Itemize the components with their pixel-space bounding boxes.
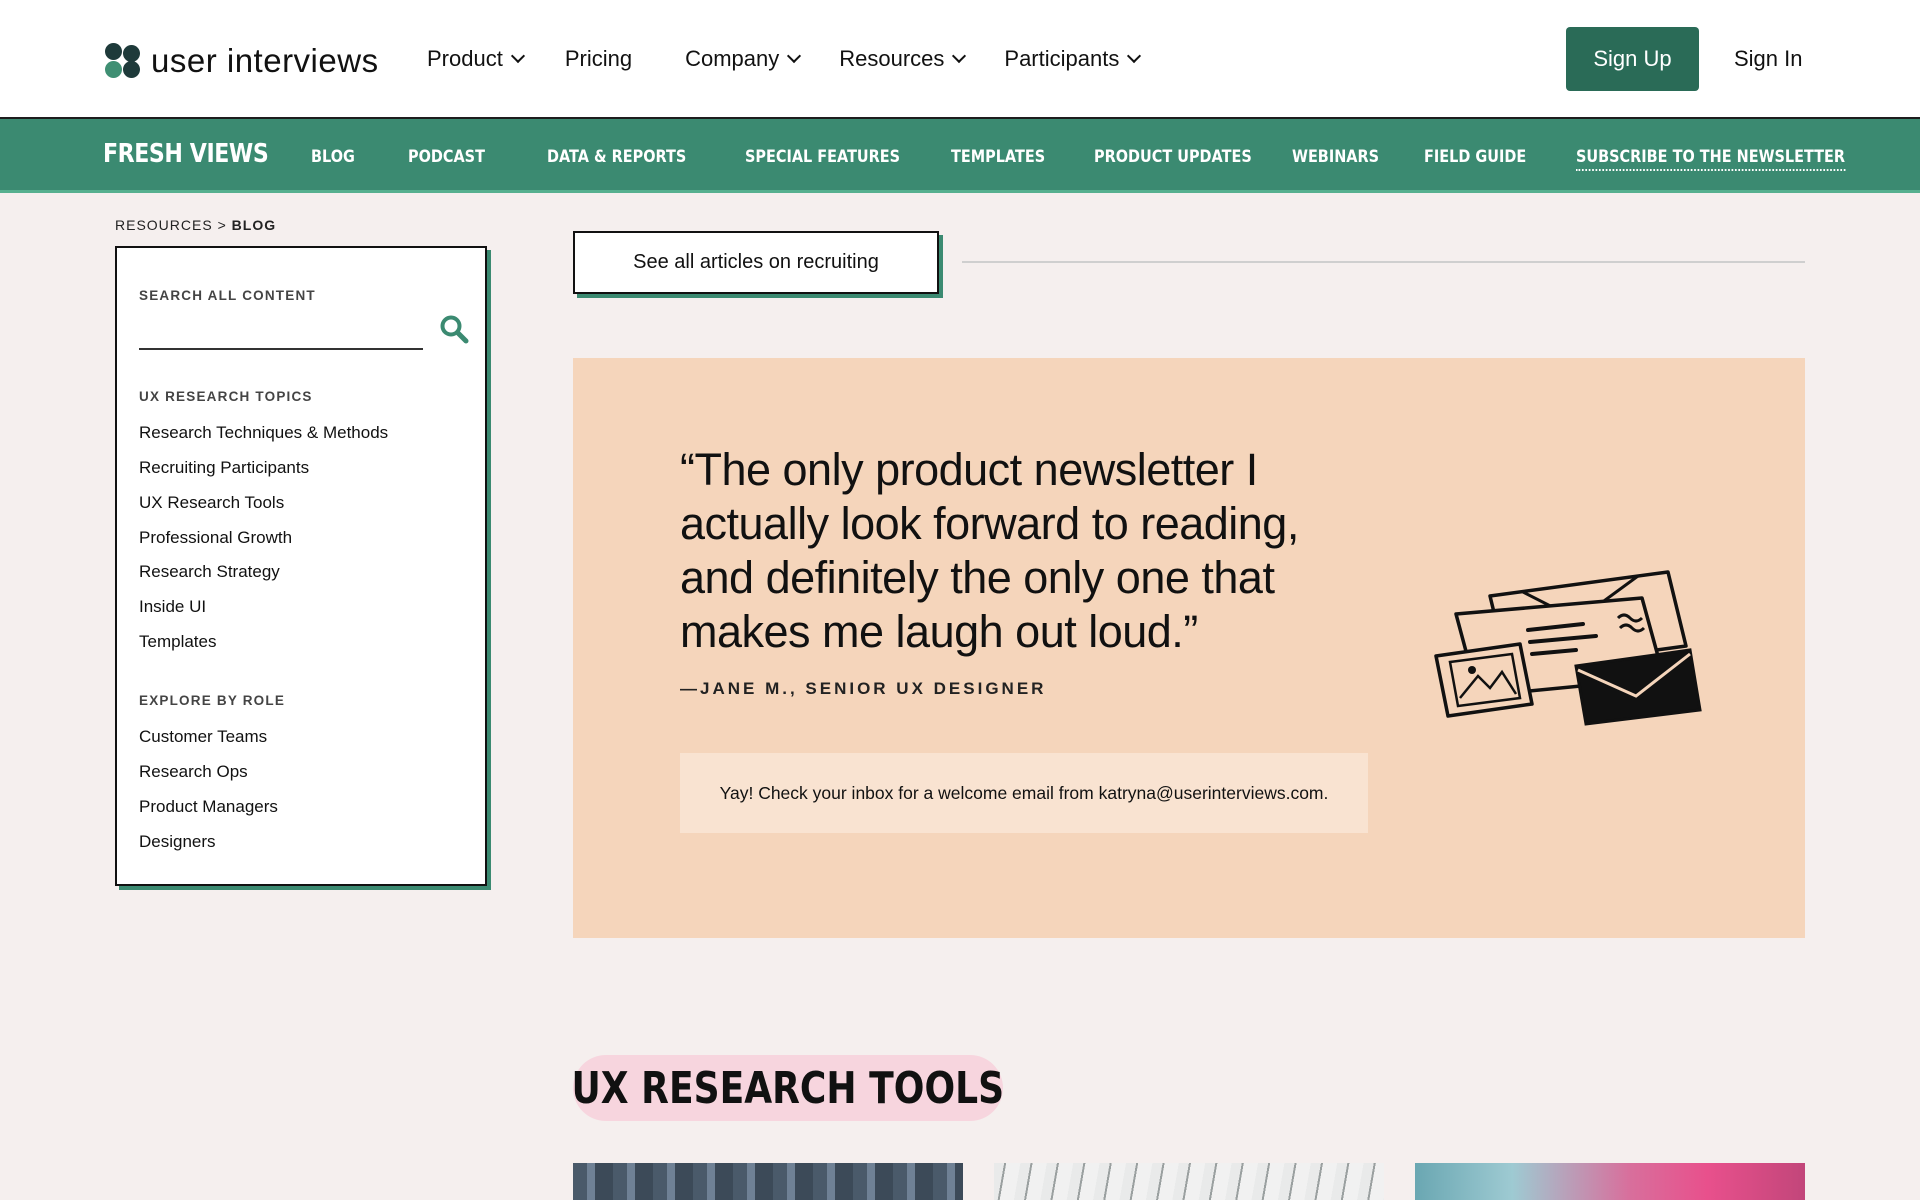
subnav-webinars[interactable]: WEBINARS bbox=[1292, 147, 1379, 167]
subnav-product-updates[interactable]: PRODUCT UPDATES bbox=[1094, 147, 1252, 167]
nav-product-label: Product bbox=[427, 46, 503, 71]
divider bbox=[962, 261, 1805, 263]
topic-professional-growth[interactable]: Professional Growth bbox=[139, 528, 292, 548]
newsletter-promo: “The only product newsletter I actually … bbox=[573, 358, 1805, 938]
roles-label: EXPLORE BY ROLE bbox=[139, 693, 286, 708]
article-card-image[interactable] bbox=[573, 1163, 963, 1200]
subnav-field-guide[interactable]: FIELD GUIDE bbox=[1424, 147, 1526, 167]
article-card-image[interactable] bbox=[1415, 1163, 1805, 1200]
logo-mark-icon bbox=[105, 43, 141, 79]
topics-label: UX RESEARCH TOPICS bbox=[139, 389, 313, 404]
nav-participants[interactable]: Participants bbox=[1004, 46, 1142, 72]
search-icon[interactable] bbox=[439, 314, 469, 344]
nav-product[interactable]: Product bbox=[427, 46, 525, 72]
blog-subnav: FRESH VIEWS BLOG PODCAST DATA & REPORTS … bbox=[0, 119, 1920, 193]
sign-in-link[interactable]: Sign In bbox=[1734, 46, 1803, 72]
logo-text: user interviews bbox=[151, 42, 379, 79]
subnav-subscribe[interactable]: SUBSCRIBE TO THE NEWSLETTER bbox=[1576, 147, 1846, 171]
breadcrumb: RESOURCES > BLOG bbox=[115, 217, 276, 233]
breadcrumb-current: BLOG bbox=[231, 217, 277, 233]
chevron-down-icon bbox=[952, 48, 967, 64]
chevron-down-icon bbox=[1127, 48, 1142, 64]
nav-pricing[interactable]: Pricing bbox=[565, 46, 632, 72]
chevron-down-icon bbox=[787, 48, 802, 64]
topic-ux-research-tools[interactable]: UX Research Tools bbox=[139, 493, 284, 513]
section-heading: UX RESEARCH TOOLS bbox=[571, 1062, 1005, 1114]
article-card-image[interactable] bbox=[994, 1163, 1384, 1200]
envelope-illustration-icon bbox=[1434, 570, 1702, 726]
subnav-data-reports[interactable]: DATA & REPORTS bbox=[547, 147, 686, 167]
search-input[interactable] bbox=[139, 348, 423, 350]
logo[interactable]: user interviews bbox=[105, 42, 379, 80]
testimonial-quote: “The only product newsletter I actually … bbox=[680, 444, 1299, 657]
role-research-ops[interactable]: Research Ops bbox=[139, 762, 248, 782]
testimonial-author: —JANE M., SENIOR UX DESIGNER bbox=[680, 679, 1047, 698]
nav-participants-label: Participants bbox=[1004, 46, 1120, 71]
subnav-blog[interactable]: BLOG bbox=[311, 147, 355, 167]
breadcrumb-separator: > bbox=[217, 217, 227, 233]
topic-recruiting-participants[interactable]: Recruiting Participants bbox=[139, 458, 309, 478]
subscribe-confirmation: Yay! Check your inbox for a welcome emai… bbox=[680, 753, 1368, 833]
topic-inside-ui[interactable]: Inside UI bbox=[139, 597, 206, 617]
nav-company[interactable]: Company bbox=[685, 46, 802, 72]
chevron-down-icon bbox=[510, 48, 525, 64]
subnav-podcast[interactable]: PODCAST bbox=[408, 147, 485, 167]
nav-pricing-label: Pricing bbox=[564, 46, 633, 71]
top-navigation-bar: user interviews Product Pricing Company … bbox=[0, 0, 1920, 119]
role-customer-teams[interactable]: Customer Teams bbox=[139, 727, 267, 747]
sidebar-panel: SEARCH ALL CONTENT UX RESEARCH TOPICS Re… bbox=[115, 246, 487, 886]
nav-resources[interactable]: Resources bbox=[839, 46, 967, 72]
fresh-views-brand[interactable]: FRESH VIEWS bbox=[103, 139, 269, 169]
role-product-managers[interactable]: Product Managers bbox=[139, 797, 278, 817]
see-all-articles-button[interactable]: See all articles on recruiting bbox=[573, 231, 939, 294]
topic-templates[interactable]: Templates bbox=[139, 632, 216, 652]
search-label: SEARCH ALL CONTENT bbox=[139, 288, 316, 303]
topic-research-strategy[interactable]: Research Strategy bbox=[139, 562, 280, 582]
role-designers[interactable]: Designers bbox=[139, 832, 216, 852]
main-nav: Product Pricing Company Resources Partic… bbox=[427, 46, 1142, 72]
breadcrumb-resources[interactable]: RESOURCES bbox=[115, 217, 213, 233]
section-heading-pill: UX RESEARCH TOOLS bbox=[571, 1055, 1005, 1121]
subnav-special-features[interactable]: SPECIAL FEATURES bbox=[745, 147, 900, 167]
nav-company-label: Company bbox=[685, 46, 780, 71]
nav-resources-label: Resources bbox=[839, 46, 945, 71]
topic-research-techniques[interactable]: Research Techniques & Methods bbox=[139, 423, 388, 443]
subnav-templates[interactable]: TEMPLATES bbox=[951, 147, 1045, 167]
sign-up-button[interactable]: Sign Up bbox=[1566, 27, 1699, 91]
